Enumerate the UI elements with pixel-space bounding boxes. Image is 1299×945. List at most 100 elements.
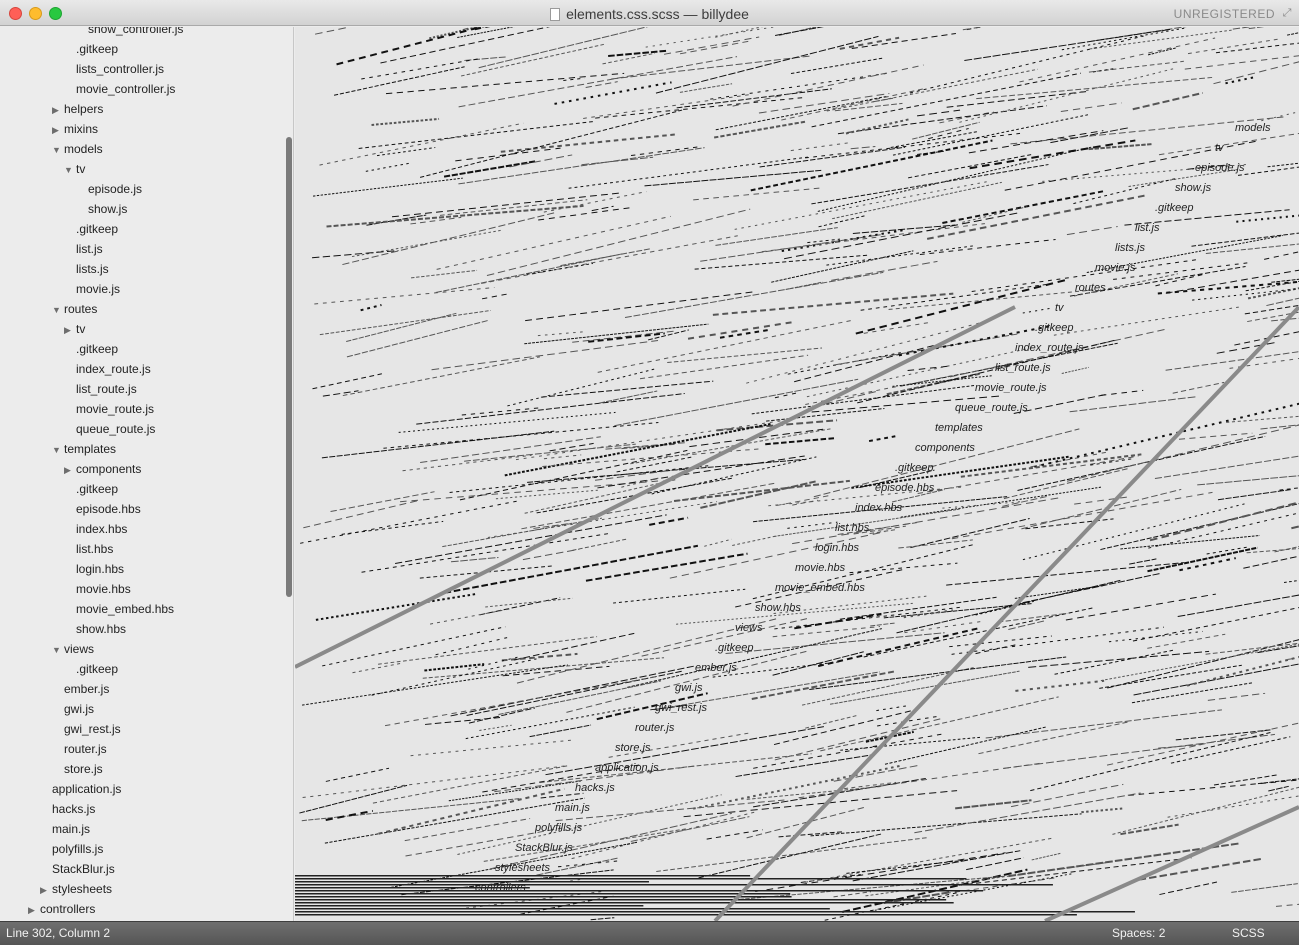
tree-file[interactable]: show.js xyxy=(88,199,127,219)
syntax-selector[interactable]: SCSS xyxy=(1232,926,1265,940)
tree-file[interactable]: ember.js xyxy=(64,679,109,699)
tree-item-label: list.js xyxy=(76,242,103,256)
tree-folder[interactable]: ▶ components xyxy=(64,459,141,479)
tree-file[interactable]: movie.js xyxy=(76,279,120,299)
tree-item-label: components xyxy=(76,462,142,476)
sidebar-scrollbar[interactable] xyxy=(286,137,292,597)
glitch-label: models xyxy=(1235,122,1271,134)
disclosure-closed-icon[interactable]: ▶ xyxy=(64,460,76,480)
glitch-label: movie_embed.hbs xyxy=(775,582,865,594)
glitch-label: lists.js xyxy=(1115,242,1145,254)
glitch-label: controllers xyxy=(475,882,526,894)
tree-item-label: index.hbs xyxy=(76,522,128,536)
tree-file[interactable]: list.hbs xyxy=(76,539,113,559)
tree-file[interactable]: main.js xyxy=(52,819,90,839)
tree-folder[interactable]: ▶ controllers xyxy=(28,899,95,919)
tree-item-label: login.hbs xyxy=(76,562,125,576)
sidebar-file-tree[interactable]: show_controller.js .gitkeep lists_controll… xyxy=(0,27,294,921)
tree-file[interactable]: .gitkeep xyxy=(76,479,118,499)
tree-folder[interactable]: ▶ tv xyxy=(64,319,85,339)
glitch-label: stylesheets xyxy=(495,862,551,874)
editor-pane[interactable]: models tv episode.js show.js .gitkeep list.js… xyxy=(295,27,1299,921)
tree-item-label: .gitkeep xyxy=(76,222,119,236)
fullscreen-icon[interactable]: ⤢ xyxy=(1281,7,1293,19)
tree-folder[interactable]: ▼ tv xyxy=(64,159,85,179)
glitch-label: episode.hbs xyxy=(875,482,935,494)
tree-file[interactable]: .gitkeep xyxy=(76,659,118,679)
glitch-label: main.js xyxy=(555,802,590,814)
tree-folder[interactable]: ▼ views xyxy=(52,639,94,659)
glitch-label: components xyxy=(915,442,975,454)
tree-item-label: gwi_rest.js xyxy=(64,722,121,736)
tree-file[interactable]: store.js xyxy=(64,759,103,779)
disclosure-open-icon[interactable]: ▼ xyxy=(52,440,64,460)
tree-folder[interactable]: ▶ stylesheets xyxy=(40,879,112,899)
tree-file[interactable]: polyfills.js xyxy=(52,839,103,859)
disclosure-open-icon[interactable]: ▼ xyxy=(52,640,64,660)
tree-file[interactable]: list.js xyxy=(76,239,103,259)
disclosure-closed-icon[interactable]: ▶ xyxy=(64,320,76,340)
tree-file[interactable]: movie_controller.js xyxy=(76,79,175,99)
tree-folder[interactable]: ▼ routes xyxy=(52,299,97,319)
tree-folder[interactable]: ▶ mixins xyxy=(52,119,98,139)
tree-folder[interactable]: ▼ models xyxy=(52,139,103,159)
tree-file[interactable]: gwi_rest.js xyxy=(64,719,121,739)
tree-file[interactable]: episode.hbs xyxy=(76,499,141,519)
tree-item-label: ember.js xyxy=(64,682,110,696)
tree-file[interactable]: movie.hbs xyxy=(76,579,131,599)
tree-file[interactable]: movie_route.js xyxy=(76,399,154,419)
glitch-label: show.hbs xyxy=(755,602,801,614)
glitch-label: list.js xyxy=(1135,222,1160,234)
tree-file[interactable]: lists_controller.js xyxy=(76,59,164,79)
tree-item-label: episode.js xyxy=(88,182,143,196)
disclosure-closed-icon[interactable]: ▶ xyxy=(28,900,40,920)
tree-file[interactable]: list_route.js xyxy=(76,379,137,399)
tree-file[interactable]: .gitkeep xyxy=(76,219,118,239)
glitch-label: episode.js xyxy=(1195,162,1245,174)
disclosure-closed-icon[interactable]: ▶ xyxy=(40,880,52,900)
tree-item-label: movie.js xyxy=(76,282,121,296)
disclosure-open-icon[interactable]: ▼ xyxy=(52,300,64,320)
tree-item-label: movie_controller.js xyxy=(76,82,176,96)
glitch-label: views xyxy=(735,622,763,634)
tree-file[interactable]: lists.js xyxy=(76,259,109,279)
tree-item-label: router.js xyxy=(64,742,107,756)
tree-file[interactable]: router.js xyxy=(64,739,107,759)
tree-file[interactable]: episode.js xyxy=(88,179,142,199)
tree-item-label: show.js xyxy=(88,202,128,216)
tree-file[interactable]: gwi.js xyxy=(64,699,94,719)
tree-file[interactable]: movie_embed.hbs xyxy=(76,599,174,619)
tree-file[interactable]: application.js xyxy=(52,779,121,799)
glitch-label: router.js xyxy=(635,722,675,734)
glitch-label: movie.js xyxy=(1095,262,1136,274)
tree-file[interactable]: index_route.js xyxy=(76,359,151,379)
tree-file[interactable]: show_controller.js xyxy=(88,27,183,39)
indentation-selector[interactable]: Spaces: 2 xyxy=(1112,926,1165,940)
tree-file[interactable]: queue_route.js xyxy=(76,419,155,439)
tree-folder[interactable]: ▼ templates xyxy=(52,439,116,459)
tree-file[interactable]: index.hbs xyxy=(76,519,127,539)
tree-file[interactable]: login.hbs xyxy=(76,559,124,579)
glitch-label: StackBlur.js xyxy=(515,842,573,854)
tree-item-label: main.js xyxy=(52,822,91,836)
tree-file[interactable]: .gitkeep xyxy=(76,39,118,59)
tree-item-label: lists.js xyxy=(76,262,109,276)
tree-file[interactable]: hacks.js xyxy=(52,799,95,819)
tree-item-label: gwi.js xyxy=(64,702,95,716)
glitch-label: gwi_rest.js xyxy=(655,702,707,714)
disclosure-open-icon[interactable]: ▼ xyxy=(52,140,64,160)
tree-file[interactable]: .gitkeep xyxy=(76,339,118,359)
tree-item-label: views xyxy=(64,642,95,656)
tree-file[interactable]: show.hbs xyxy=(76,619,126,639)
glitch-label: show.js xyxy=(1175,182,1212,194)
disclosure-closed-icon[interactable]: ▶ xyxy=(52,120,64,140)
disclosure-open-icon[interactable]: ▼ xyxy=(64,160,76,180)
tree-item-label: .gitkeep xyxy=(76,482,119,496)
unregistered-label: UNREGISTERED xyxy=(1173,7,1275,21)
disclosure-closed-icon[interactable]: ▶ xyxy=(52,100,64,120)
tree-item-label: hacks.js xyxy=(52,802,96,816)
tree-folder[interactable]: ▶ helpers xyxy=(52,99,103,119)
tree-item-label: .gitkeep xyxy=(76,342,119,356)
glitch-label: movie_route.js xyxy=(975,382,1047,394)
tree-file[interactable]: StackBlur.js xyxy=(52,859,115,879)
